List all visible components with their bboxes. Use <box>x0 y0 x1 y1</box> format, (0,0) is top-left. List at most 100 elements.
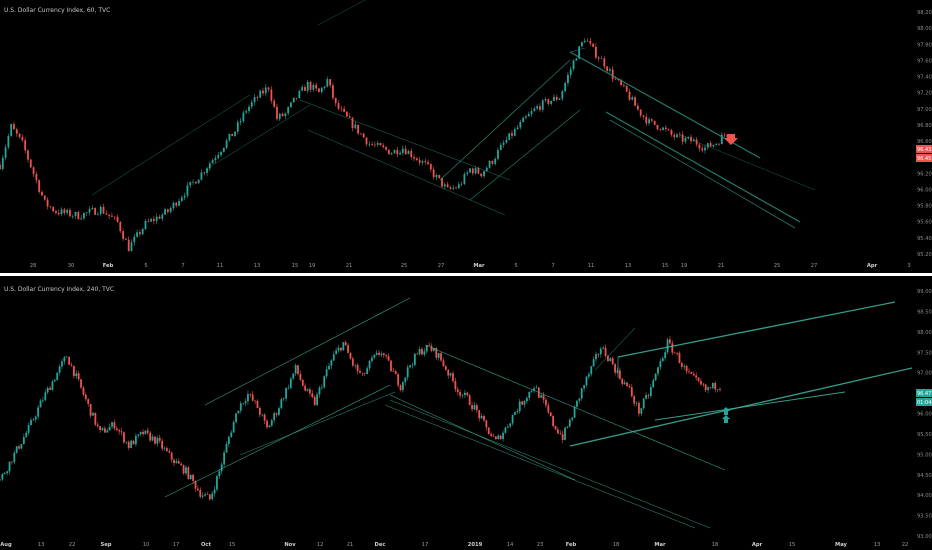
panel1-y-tick: 95.40 <box>917 236 932 242</box>
panel2-candle-body <box>657 367 659 374</box>
panel2-candle-body <box>468 395 471 406</box>
panel2-candle-body <box>447 369 450 376</box>
panel1-candle-body <box>354 124 357 129</box>
panel1-candle-body <box>480 173 483 177</box>
panel1-price-badge-label: 96.43 <box>917 147 931 153</box>
panel2-candle-body <box>385 355 388 357</box>
panel2-candle-body <box>337 347 340 351</box>
panel2-candle-body <box>127 441 130 448</box>
panel1-candle-body <box>248 106 250 112</box>
panel1-candle-body <box>138 232 141 235</box>
panel1-candle-body <box>105 213 108 215</box>
panel1-candle-body <box>533 108 536 112</box>
panel1-candle-body <box>166 209 169 212</box>
panel1-candle-body <box>471 168 474 174</box>
panel1-candle-body <box>7 135 10 148</box>
panel2-candle-body <box>568 419 571 427</box>
panel1-x-tick: 11 <box>217 263 224 269</box>
panel2-candle-body <box>695 375 698 378</box>
panel1-candle-body <box>634 97 636 106</box>
panel2-candle-body <box>251 394 254 401</box>
panel2-candle-body <box>270 420 273 426</box>
panel2-candle-body <box>120 431 123 433</box>
panel1-y-tick: 95.20 <box>917 252 932 258</box>
panel1-candle-body <box>116 216 119 222</box>
panel1-candle-body <box>41 191 43 196</box>
panel1-x-tick: 5 <box>514 263 517 269</box>
panel1-candle-body <box>55 211 57 213</box>
panel1-candle-body <box>312 84 315 90</box>
panel1-candle-body <box>424 161 427 163</box>
panel2-candle-body <box>297 365 299 375</box>
panel2-candle-body <box>335 350 338 355</box>
panel1-candle-body <box>10 124 13 136</box>
panel2-candle-body <box>535 387 538 389</box>
panel1-x-tick: 27 <box>811 263 818 269</box>
panel2-candle-body <box>125 441 128 443</box>
panel1-x-tick: 3 <box>907 263 910 269</box>
panel1-candle-body <box>432 169 435 178</box>
panel1-candle-body <box>334 97 337 104</box>
panel2-x-tick: Apr <box>752 542 763 548</box>
panel2-candle-body <box>480 415 483 419</box>
panel2-x-tick: Aug <box>0 542 12 548</box>
panel1-candle-body <box>421 161 424 163</box>
dual-candlestick-chart[interactable]: U.S. Dollar Currency Index, 60, TVC 98.20… <box>0 0 932 550</box>
panel2-candle-body <box>611 358 614 365</box>
panel2-x-tick: Feb <box>566 542 577 548</box>
panel1-candle-body <box>441 177 443 187</box>
panel1-candle-body <box>469 168 471 173</box>
panel2-candle-body <box>540 395 543 398</box>
panel2-candle-body <box>254 400 256 402</box>
panel2-candle-body <box>80 379 82 388</box>
panel2-candle-body <box>483 415 485 421</box>
panel1-candle-body <box>449 187 452 189</box>
panel2-candle-body <box>590 366 593 375</box>
panel2-candle-body <box>3 473 6 475</box>
panel2-candle-body <box>77 373 80 380</box>
panel1-candle-body <box>290 102 292 108</box>
panel1-candle-body <box>323 86 326 88</box>
panel1-candle-body <box>614 78 617 80</box>
panel2-candle-body <box>702 384 705 386</box>
panel2-candle-body <box>313 396 316 406</box>
panel1-candle-body <box>564 82 567 92</box>
panel1-candle-body <box>488 160 491 168</box>
panel2-candle-body <box>84 394 87 400</box>
panel2-candle-body <box>592 359 595 367</box>
panel1-candle-body <box>625 85 628 92</box>
panel1-candle-body <box>43 195 46 200</box>
panel1-candle-body <box>404 148 407 155</box>
panel2-candle-body <box>94 412 97 425</box>
panel1-candle-body <box>429 164 432 170</box>
panel2-x-tick: Mar <box>654 542 666 548</box>
panel2-candle-body <box>113 422 116 429</box>
panel2-candle-body <box>282 398 285 400</box>
panel1-candle-body <box>29 159 32 168</box>
panel1-candle-body <box>438 174 441 178</box>
panel2-candle-body <box>1 474 4 480</box>
panel1-candle-body <box>600 58 603 59</box>
panel1-candle-body <box>270 89 273 101</box>
panel2-candle-body <box>440 353 442 361</box>
panel2-candle-body <box>111 422 113 427</box>
panel1-candle-body <box>572 60 575 70</box>
panel2-candle-body <box>37 407 40 417</box>
panel2-candle-body <box>404 377 407 383</box>
panel2-candle-body <box>580 388 583 399</box>
panel2-candle-body <box>247 393 249 402</box>
panel1-y-tick: 96.60 <box>917 139 932 145</box>
panel1-candle-body <box>499 144 502 151</box>
panel2-candle-body <box>75 373 78 377</box>
panel2-candle-body <box>63 357 66 362</box>
panel2-candle-body <box>552 415 555 427</box>
panel2-candle-body <box>714 382 717 390</box>
panel2-candle-body <box>177 461 180 464</box>
panel1-candle-body <box>373 144 376 146</box>
panel1-candle-body <box>1 157 4 170</box>
panel2-candle-body <box>707 387 709 390</box>
panel1-candle-body <box>119 221 122 232</box>
panel2-candle-body <box>268 425 271 428</box>
panel2-candle-body <box>123 432 125 443</box>
panel1-x-tick: 13 <box>625 263 632 269</box>
